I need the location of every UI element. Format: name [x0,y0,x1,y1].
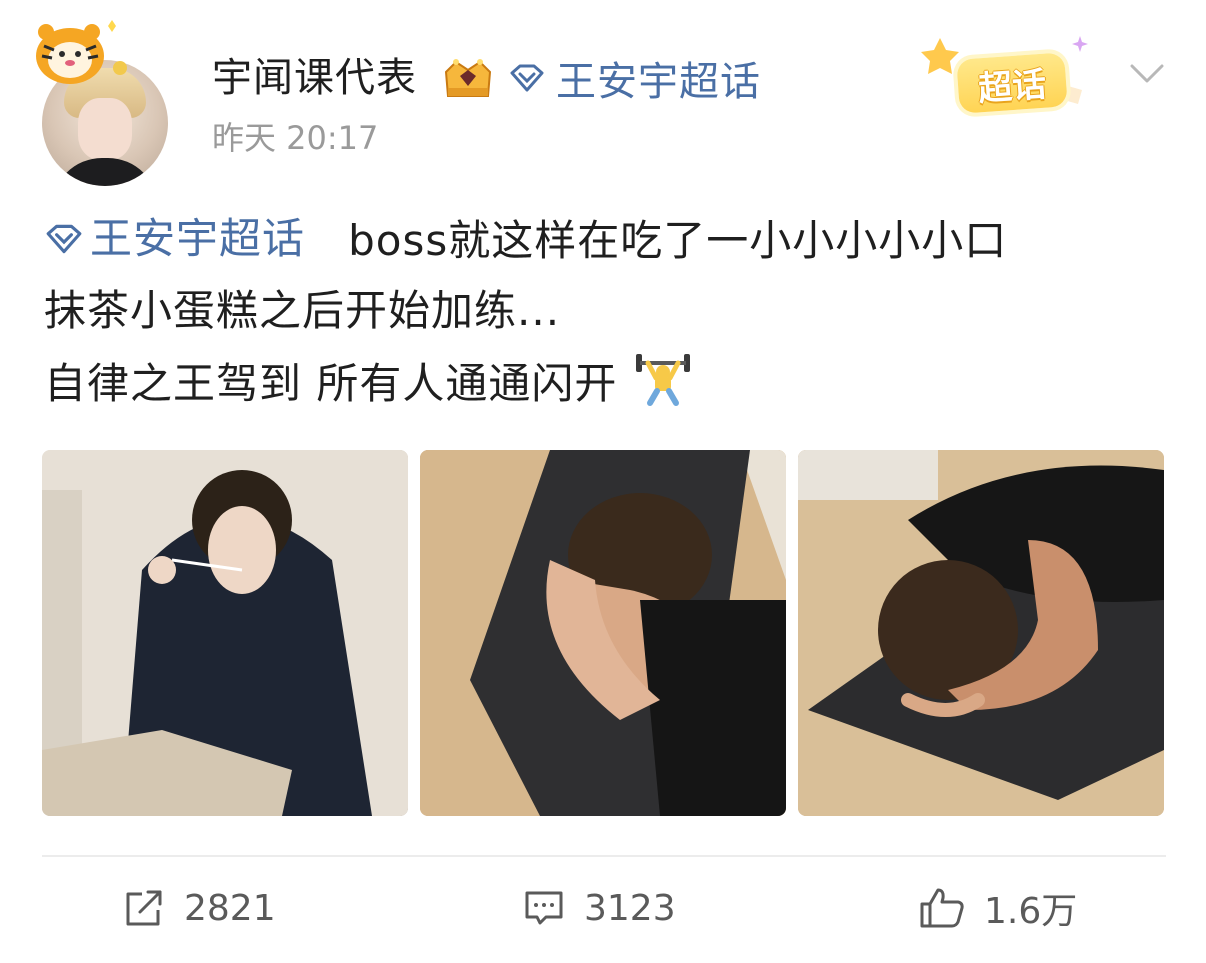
photo-2-illustration [420,450,786,816]
avatar-wrap[interactable] [30,16,175,186]
divider [42,855,1166,857]
post-timestamp: 昨天 20:17 [212,119,379,157]
weightlifter-emoji-icon [635,354,690,406]
comment-button[interactable]: 3123 [522,880,676,936]
photo-1-illustration [42,450,408,816]
content-line-3: 自律之王驾到 所有人通通闪开 [44,346,1164,419]
crown-badge-icon [444,59,492,97]
diamond-topic-icon [46,224,82,254]
content-line-2: 抹茶小蛋糕之后开始加练... [44,276,1164,346]
avatar-body [52,158,158,186]
photo-gallery [42,450,1164,816]
content-text-1: boss就这样在吃了一小小小小小口 [348,216,1008,265]
chevron-down-icon[interactable] [1126,56,1168,90]
photo-3[interactable] [798,450,1164,816]
topic-label: 王安宇超话 [556,59,761,105]
badge-label: 超话 [956,52,1068,114]
weibo-post-card: 宇闻课代表 王安宇超话 昨天 20:17 超话 王安宇超话 boss就这样在吃了… [0,0,1206,963]
repost-count: 2821 [184,887,276,929]
content-topic-label: 王安宇超话 [90,214,306,263]
tiger-pendant-icon [36,20,127,84]
comment-icon [525,891,563,925]
photo-1[interactable] [42,450,408,816]
username[interactable]: 宇闻课代表 [212,52,417,104]
repost-button[interactable]: 2821 [122,880,276,936]
topic-link[interactable]: 王安宇超话 [508,52,761,105]
thumbs-up-icon [920,888,964,928]
content-topic-tag[interactable]: 王安宇超话 [44,204,305,274]
content-text-2: 抹茶小蛋糕之后开始加练... [44,286,561,335]
post-content: 王安宇超话 boss就这样在吃了一小小小小小口 抹茶小蛋糕之后开始加练... 自… [44,204,1164,419]
like-count: 1.6万 [984,891,1078,932]
like-button[interactable]: 1.6万 [918,880,1077,936]
repost-icon [126,890,162,926]
photo-2[interactable] [420,450,786,816]
content-text-3: 自律之王驾到 所有人通通闪开 [44,359,618,408]
avatar-face [78,98,132,160]
content-line-1: 王安宇超话 boss就这样在吃了一小小小小小口 [44,204,1164,276]
super-topic-badge[interactable]: 超话 [918,30,1108,120]
photo-3-illustration [798,450,1164,816]
diamond-topic-icon [510,64,544,92]
comment-count: 3123 [584,887,676,929]
